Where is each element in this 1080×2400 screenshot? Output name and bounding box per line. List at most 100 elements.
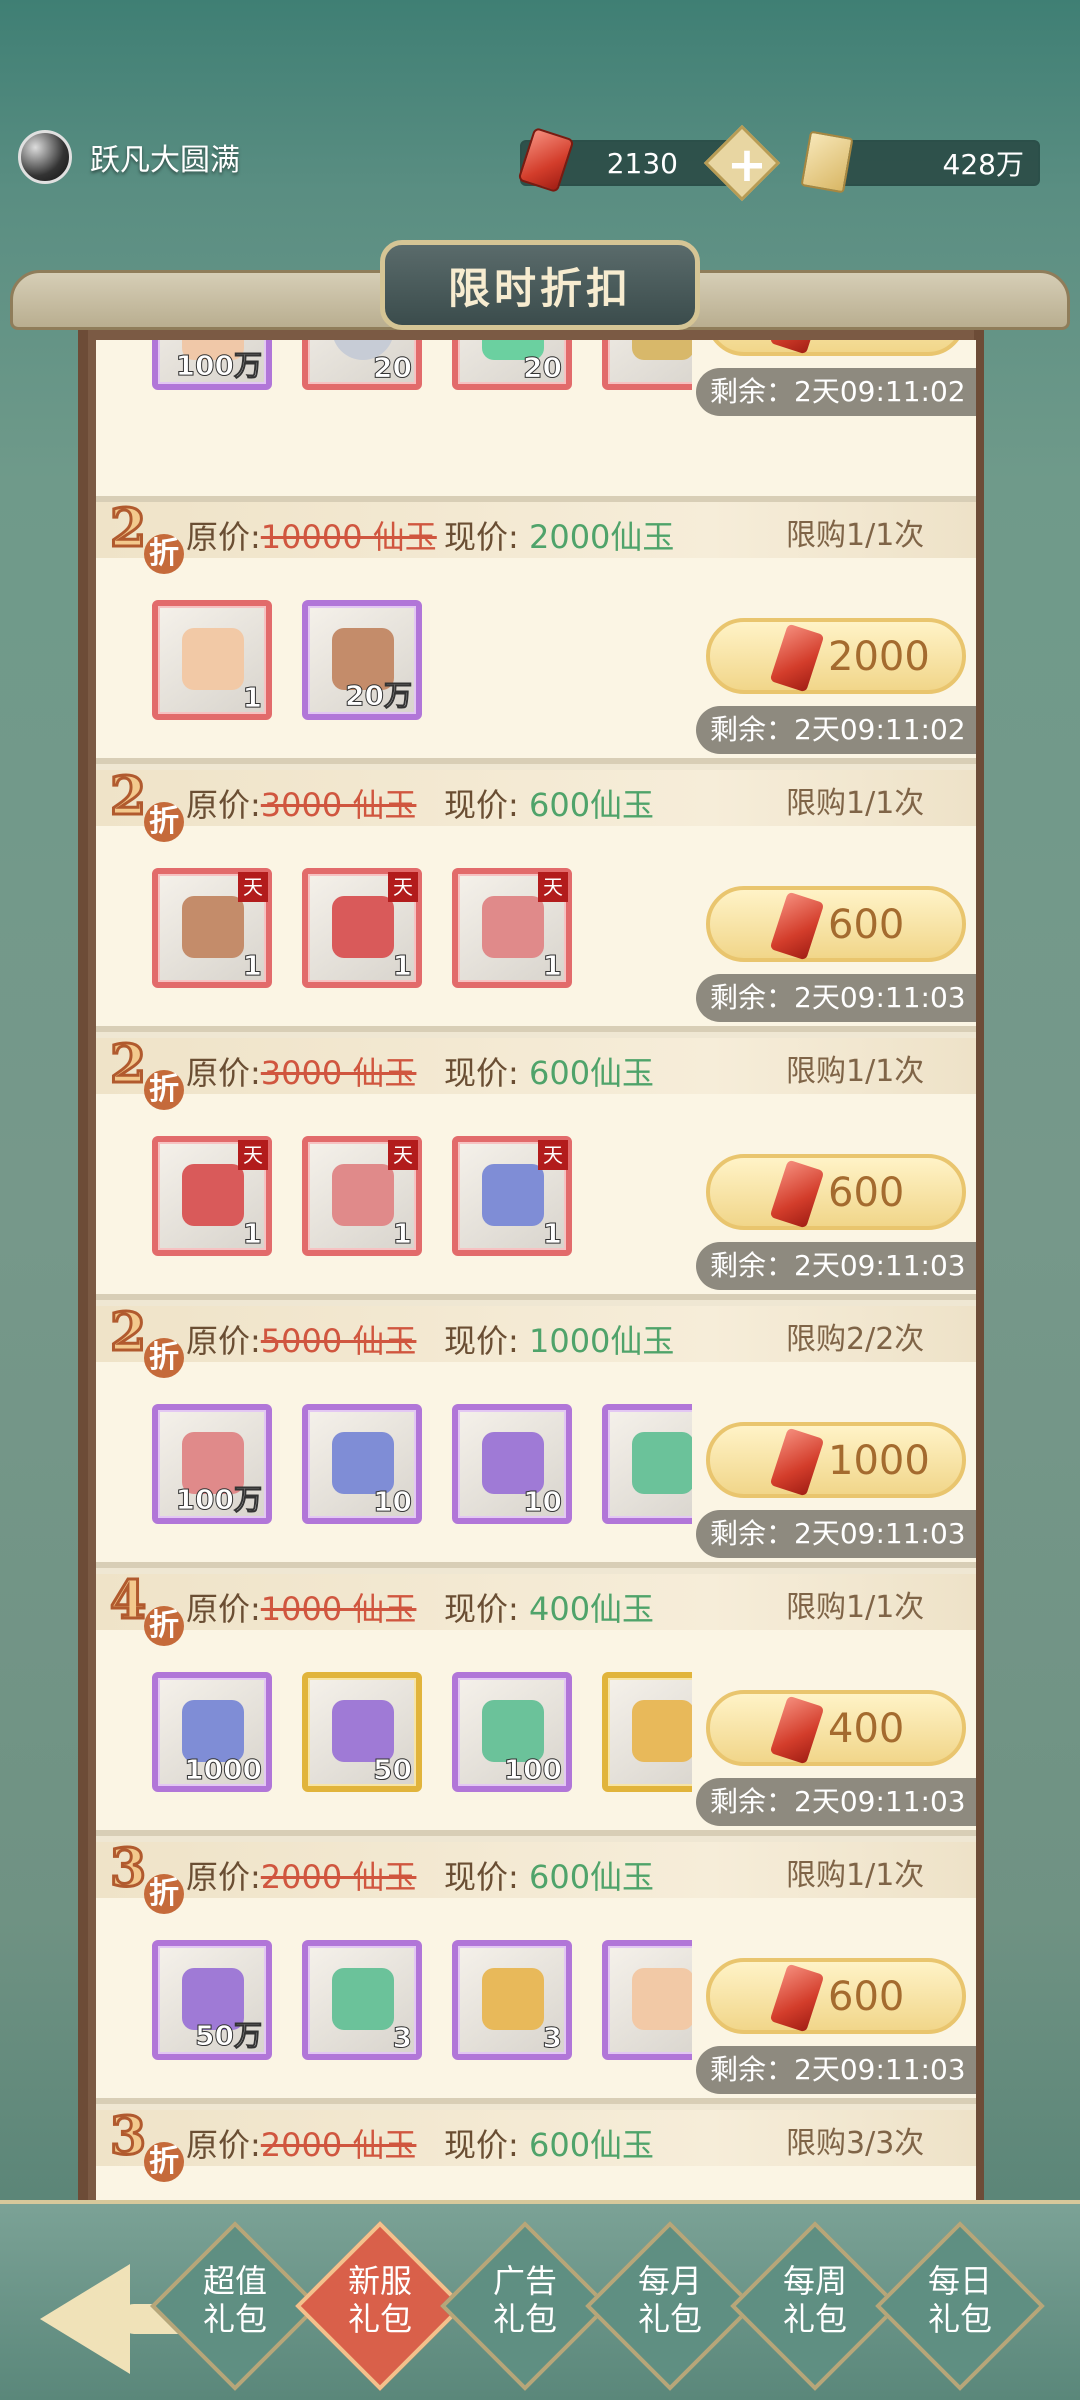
item-count: 100万 <box>175 349 262 383</box>
reward-item[interactable] <box>602 1940 692 2060</box>
reward-item[interactable]: 10 <box>452 1404 572 1524</box>
reward-item[interactable]: 天1 <box>302 1136 422 1256</box>
buy-button[interactable]: 1800 <box>706 340 966 356</box>
purchase-limit: 限购1/1次 <box>786 786 925 821</box>
add-gem-button[interactable] <box>703 124 781 202</box>
item-count: 3 <box>542 2021 563 2055</box>
discount-unit: 折 <box>144 802 184 842</box>
reward-items: 天1天1天1 <box>152 1136 692 1266</box>
deal-list[interactable]: 100万 20 20 2 1800 剩余：2天09:11:02 2折原价:100… <box>96 340 976 2230</box>
tier-tag: 天 <box>238 872 268 902</box>
purchase-limit: 限购2/2次 <box>786 1322 925 1357</box>
reward-item[interactable] <box>602 1404 692 1524</box>
user-info[interactable]: 跃凡大圆满 <box>18 130 240 184</box>
reward-item[interactable]: 2 <box>602 340 692 390</box>
reward-item[interactable]: 100 <box>452 1672 572 1792</box>
deal-header: 4 折原价:1000 仙玉 现价: 400仙玉 限购1/1次 <box>96 1569 976 1646</box>
reward-item-icon <box>632 1968 692 2030</box>
original-price-value: 3000 仙玉 <box>260 786 417 824</box>
current-price-value: 600仙玉 <box>528 2126 655 2164</box>
reward-item[interactable] <box>602 1672 692 1792</box>
reward-item[interactable]: 20 <box>452 340 572 390</box>
remaining-time: 剩余：2天09:11:03 <box>696 974 976 1022</box>
deal-header: 2 折原价:5000 仙玉 现价: 1000仙玉 限购2/2次 <box>96 1301 976 1378</box>
price: 2000 <box>828 634 930 680</box>
original-price-value: 3000 仙玉 <box>260 1054 417 1092</box>
discount-badge: 3折 <box>100 2105 186 2194</box>
buy-button[interactable]: 400 <box>706 1690 966 1766</box>
buy-button[interactable]: 1000 <box>706 1422 966 1498</box>
reward-item[interactable]: 20万 <box>302 600 422 720</box>
item-count: 50万 <box>195 2019 263 2053</box>
deal-header: 3 折原价:2000 仙玉 现价: 600仙玉 限购3/3次 <box>96 2105 976 2182</box>
discount-badge: 2折 <box>100 497 186 586</box>
reward-item[interactable]: 50 <box>302 1672 422 1792</box>
tab-label: 超值 礼包 <box>202 2262 267 2338</box>
current-price: 现价: 600仙玉 <box>444 1852 654 1898</box>
reward-item[interactable]: 天1 <box>302 868 422 988</box>
buy-button[interactable]: 600 <box>706 1154 966 1230</box>
user-name: 跃凡大圆满 <box>90 143 240 178</box>
current-price-label: 现价: <box>444 786 519 824</box>
current-price-value: 400仙玉 <box>528 1590 655 1628</box>
discount-unit: 折 <box>144 534 184 574</box>
discount-unit: 折 <box>144 2142 184 2182</box>
buy-button[interactable]: 600 <box>706 1958 966 2034</box>
current-price-label: 现价: <box>444 1322 519 1360</box>
remaining-time: 剩余：2天09:11:03 <box>696 1510 976 1558</box>
item-count: 1 <box>392 1217 413 1251</box>
reward-item-icon <box>482 896 544 958</box>
reward-item[interactable]: 20 <box>302 340 422 390</box>
tier-tag: 天 <box>238 1140 268 1170</box>
reward-item[interactable]: 天1 <box>152 1136 272 1256</box>
remaining-time: 剩余：2天09:11:03 <box>696 2046 976 2094</box>
reward-item[interactable]: 1 <box>152 600 272 720</box>
original-price-label: 原价: <box>186 2126 261 2164</box>
red-jade-gem-icon <box>769 340 825 355</box>
reward-item[interactable]: 100万 <box>152 1404 272 1524</box>
current-price-label: 现价: <box>444 1858 519 1896</box>
purchase-limit: 限购1/1次 <box>786 1054 925 1089</box>
reward-item[interactable]: 天1 <box>152 868 272 988</box>
remaining-time: 剩余：2天09:11:02 <box>696 368 976 416</box>
tab-label: 每月 礼包 <box>637 2262 702 2338</box>
yin-yang-avatar-icon[interactable] <box>18 130 72 184</box>
reward-item[interactable]: 3 <box>302 1940 422 2060</box>
red-jade-gem-icon <box>769 1695 825 1765</box>
item-count: 1 <box>392 949 413 983</box>
reward-item[interactable]: 天1 <box>452 1136 572 1256</box>
buy-button[interactable]: 2000 <box>706 618 966 694</box>
reward-item-icon <box>482 1164 544 1226</box>
deal-card: 2 折原价:3000 仙玉 现价: 600仙玉 限购1/1次天 1 天 1 天 1 600 剩余：2… <box>96 1033 976 1300</box>
current-price-value: 600仙玉 <box>528 1858 655 1896</box>
discount-badge: 2折 <box>100 765 186 854</box>
current-price: 现价: 2000仙玉 <box>444 512 674 558</box>
current-price-value: 1000仙玉 <box>528 1322 675 1360</box>
deal-card: 4 折原价:1000 仙玉 现价: 400仙玉 限购1/1次 1000 50 100 400 剩… <box>96 1569 976 1836</box>
reward-item[interactable]: 50万 <box>152 1940 272 2060</box>
current-price-label: 现价: <box>444 1054 519 1092</box>
item-count: 1000 <box>184 1753 263 1787</box>
tab-label: 每日 礼包 <box>927 2262 992 2338</box>
purchase-limit: 限购1/1次 <box>786 518 925 553</box>
purchase-limit: 限购3/3次 <box>786 2126 925 2161</box>
reward-item[interactable]: 天1 <box>452 868 572 988</box>
discount-number: 3 <box>108 1837 147 1901</box>
item-count: 1 <box>542 1217 563 1251</box>
red-jade-gem-icon <box>769 1963 825 2033</box>
current-price: 现价: 600仙玉 <box>444 780 654 826</box>
price: 400 <box>828 1706 905 1752</box>
deal-card: 2 折原价:3000 仙玉 现价: 600仙玉 限购1/1次天 1 天 1 天 1 600 剩余：2… <box>96 765 976 1032</box>
item-count: 100万 <box>175 1483 262 1517</box>
reward-item[interactable]: 1000 <box>152 1672 272 1792</box>
reward-item-icon <box>182 1164 244 1226</box>
original-price: 原价:5000 仙玉 <box>186 1316 416 1362</box>
deal-card: 100万 20 20 2 1800 剩余：2天09:11:02 <box>96 340 976 502</box>
coin-amount: 428万 <box>942 148 1024 181</box>
remaining-time: 剩余：2天09:11:02 <box>696 706 976 754</box>
reward-item[interactable]: 3 <box>452 1940 572 2060</box>
reward-item[interactable]: 100万 <box>152 340 272 390</box>
tier-tag: 天 <box>388 1140 418 1170</box>
buy-button[interactable]: 600 <box>706 886 966 962</box>
reward-item[interactable]: 10 <box>302 1404 422 1524</box>
